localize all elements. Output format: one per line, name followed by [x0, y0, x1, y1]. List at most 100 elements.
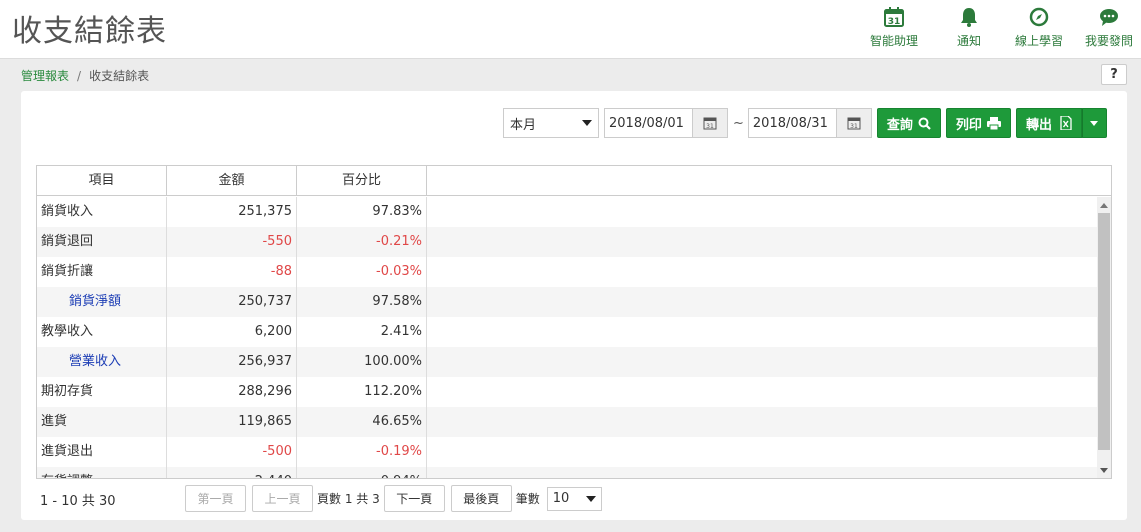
cell-percent: 0.94% — [297, 467, 427, 478]
cell-item: 進貨 — [37, 407, 167, 437]
table-row[interactable]: 進貨 119,865 46.65% — [37, 407, 1097, 437]
cell-amount: 119,865 — [167, 407, 297, 437]
nav-notifications[interactable]: 通知 — [937, 5, 1001, 49]
page-size-select[interactable]: 10 — [546, 486, 602, 511]
cell-filler — [427, 407, 1097, 437]
last-page-button[interactable]: 最後頁 — [450, 485, 512, 512]
first-page-button[interactable]: 第一頁 — [185, 485, 246, 512]
report-grid: 項目 金額 百分比 銷貨收入 251,375 97.83% 銷貨退回 -550 -0.21… — [36, 165, 1112, 479]
query-button[interactable]: 查詢 — [876, 108, 941, 138]
nav-online-learning[interactable]: 線上學習 — [1007, 5, 1071, 49]
cell-percent: 100.00% — [297, 347, 427, 377]
cell-amount: -500 — [167, 437, 297, 467]
scroll-down-arrow-icon[interactable] — [1100, 468, 1108, 473]
page-size-label: 筆數 — [515, 492, 540, 506]
table-row[interactable]: 銷貨折讓 -88 -0.03% — [37, 257, 1097, 287]
printer-icon — [986, 116, 1001, 130]
export-dropdown-toggle[interactable] — [1081, 108, 1107, 138]
cell-percent: -0.21% — [297, 227, 427, 257]
period-select-value: 本月 — [510, 117, 537, 133]
caret-down-icon — [1090, 120, 1099, 126]
scroll-thumb[interactable] — [1098, 213, 1110, 450]
table-row[interactable]: 期初存貨 288,296 112.20% — [37, 377, 1097, 407]
calendar-icon: 31 — [703, 117, 717, 130]
breadcrumb-separator: / — [77, 68, 82, 83]
prev-page-button[interactable]: 上一頁 — [252, 485, 313, 512]
column-header-amount[interactable]: 金額 — [167, 166, 297, 196]
app-header: 收支結餘表 31 智能助理 通知 線上學習 我要發問 — [0, 0, 1141, 59]
cell-item: 教學收入 — [37, 317, 167, 347]
date-to-group: 2018/08/31 31 — [747, 108, 872, 138]
cell-amount: -88 — [167, 257, 297, 287]
column-header-filler — [427, 166, 1111, 196]
breadcrumb: 管理報表 / 收支結餘表 — [21, 67, 149, 84]
cell-filler — [427, 197, 1097, 227]
nav-ask-question[interactable]: 我要發問 — [1077, 5, 1141, 49]
cell-filler — [427, 377, 1097, 407]
date-from-calendar-button[interactable]: 31 — [692, 108, 728, 138]
cell-item: 銷貨折讓 — [37, 257, 167, 287]
nav-label: 線上學習 — [1014, 34, 1063, 48]
calendar-icon-day: 31 — [888, 17, 901, 27]
cell-percent: 97.58% — [297, 287, 427, 317]
table-row[interactable]: 銷貨退回 -550 -0.21% — [37, 227, 1097, 257]
cell-amount: 251,375 — [167, 197, 297, 227]
cell-item: 銷貨收入 — [37, 197, 167, 227]
grid-header: 項目 金額 百分比 — [37, 166, 1111, 196]
cell-filler — [427, 347, 1097, 377]
date-from-group: 2018/08/01 31 — [604, 108, 728, 138]
column-header-item[interactable]: 項目 — [37, 166, 167, 196]
report-toolbar: 本月 2018/08/01 31 ~ 2018/08/31 31 查詢 列印 轉… — [503, 108, 1107, 138]
scroll-up-arrow-icon[interactable] — [1100, 203, 1108, 208]
cell-filler — [427, 317, 1097, 347]
period-select[interactable]: 本月 — [503, 108, 599, 138]
help-button[interactable]: ? — [1101, 64, 1127, 85]
table-row[interactable]: 存貨調整2,4400.94% — [37, 467, 1097, 478]
cell-amount: 256,937 — [167, 347, 297, 377]
table-row[interactable]: 教學收入 6,200 2.41% — [37, 317, 1097, 347]
cell-filler — [427, 257, 1097, 287]
cell-filler — [427, 227, 1097, 257]
table-row[interactable]: 營業收入 256,937 100.00% — [37, 347, 1097, 377]
cell-item: 銷貨退回 — [37, 227, 167, 257]
table-row[interactable]: 銷貨收入 251,375 97.83% — [37, 197, 1097, 227]
export-button-label: 轉出 — [1025, 117, 1052, 133]
nav-label: 智能助理 — [869, 34, 918, 48]
table-row[interactable]: 進貨退出 -500 -0.19% — [37, 437, 1097, 467]
breadcrumb-parent-link[interactable]: 管理報表 — [21, 67, 69, 84]
table-row[interactable]: 銷貨淨額 250,737 97.58% — [37, 287, 1097, 317]
calendar-icon: 31 — [847, 117, 861, 130]
page-size-value: 10 — [552, 491, 570, 506]
date-from-input[interactable]: 2018/08/01 — [604, 108, 692, 138]
cell-item: 銷貨淨額 — [37, 287, 167, 317]
top-nav: 31 智能助理 通知 線上學習 我要發問 — [851, 5, 1141, 49]
breadcrumb-current: 收支結餘表 — [89, 69, 150, 83]
pager-range-info: 1 - 10 共 30 — [40, 494, 116, 509]
grid-scrollbar[interactable] — [1097, 197, 1111, 478]
cell-filler — [427, 467, 1097, 478]
cell-percent: 46.65% — [297, 407, 427, 437]
print-button-label: 列印 — [955, 117, 982, 133]
caret-down-icon — [585, 495, 596, 502]
grid-body: 銷貨收入 251,375 97.83% 銷貨退回 -550 -0.21% 銷貨折讓 -88 -0… — [37, 197, 1097, 478]
nav-label: 我要發問 — [1084, 34, 1133, 48]
cell-amount: 2,440 — [167, 467, 297, 478]
chat-icon — [1077, 5, 1141, 29]
nav-smart-assistant[interactable]: 31 智能助理 — [857, 5, 931, 49]
date-to-calendar-button[interactable]: 31 — [835, 108, 872, 138]
calendar-icon-day: 31 — [706, 123, 714, 130]
bell-icon — [937, 5, 1001, 29]
query-button-label: 查詢 — [886, 117, 913, 133]
print-button[interactable]: 列印 — [945, 108, 1011, 138]
next-page-button[interactable]: 下一頁 — [383, 485, 445, 512]
cell-filler — [427, 437, 1097, 467]
cell-percent: -0.03% — [297, 257, 427, 287]
page-title: 收支結餘表 — [12, 14, 167, 49]
date-to-input[interactable]: 2018/08/31 — [747, 108, 836, 138]
calendar-icon-day: 31 — [850, 123, 858, 130]
cell-filler — [427, 287, 1097, 317]
column-header-percent[interactable]: 百分比 — [297, 166, 427, 196]
export-button[interactable]: 轉出 — [1015, 108, 1082, 138]
report-panel: 本月 2018/08/01 31 ~ 2018/08/31 31 查詢 列印 轉… — [21, 91, 1127, 520]
caret-down-icon — [582, 120, 592, 126]
